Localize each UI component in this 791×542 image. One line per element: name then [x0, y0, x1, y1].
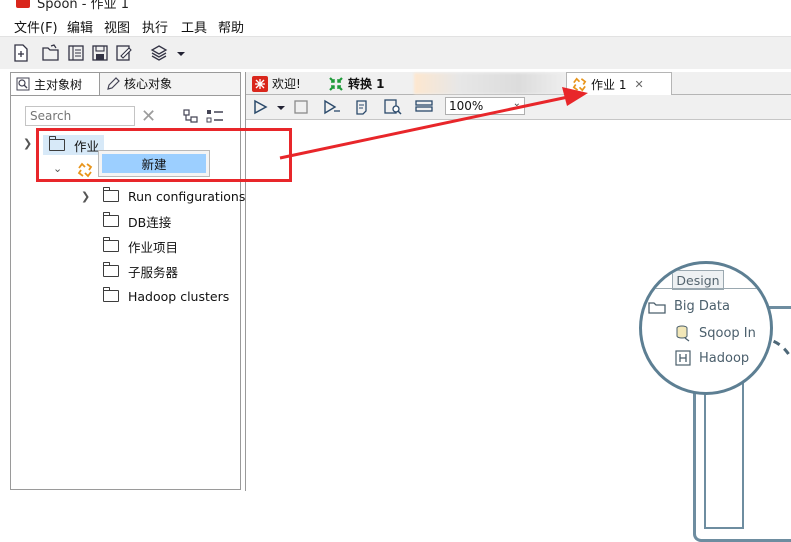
menu-run[interactable]: 执行: [142, 17, 168, 36]
design-tab-divider: [642, 288, 770, 289]
highlight-box: [36, 128, 292, 182]
run-icon[interactable]: [252, 99, 268, 115]
folder-icon: [102, 262, 119, 277]
open-file-icon[interactable]: [42, 44, 60, 62]
design-item-label: Big Data: [674, 299, 730, 314]
preview-icon[interactable]: [323, 99, 341, 115]
tree-item-label: DB连接: [128, 214, 172, 230]
design-canvas-inner-panel: [704, 377, 744, 529]
tab-core-objects[interactable]: 核心对象: [100, 73, 200, 94]
run-dropdown-icon[interactable]: [277, 99, 285, 115]
tree-item-label: 作业项目: [128, 239, 179, 255]
stop-icon[interactable]: [293, 99, 309, 115]
left-panel-tabs: 主对象树 核心对象: [11, 73, 240, 96]
tree-item-label: Run configurations: [128, 188, 246, 204]
verify-icon[interactable]: [353, 99, 369, 115]
tree-item-run-configurations[interactable]: Run configurations: [102, 186, 246, 206]
tree-item-hadoop-clusters[interactable]: Hadoop clusters: [102, 286, 230, 306]
save-icon[interactable]: [91, 44, 109, 62]
spoon-welcome-icon: [252, 75, 268, 92]
design-magnifier: Design Big Data Sqoop In Hadoop: [639, 261, 773, 395]
tab-welcome[interactable]: 欢迎!: [248, 73, 320, 94]
title-bar: Spoon - 作业 1: [0, 0, 791, 14]
analyze-icon[interactable]: [384, 99, 402, 115]
tab-welcome-label: 欢迎!: [272, 77, 301, 91]
zoom-value: 100%: [449, 99, 484, 113]
layers-icon[interactable]: [150, 44, 168, 62]
design-item-hadoop[interactable]: Hadoop: [675, 350, 749, 366]
menu-tools[interactable]: 工具: [181, 17, 207, 36]
tree-item-label: 子服务器: [128, 264, 179, 280]
tab-job-label: 作业 1: [591, 77, 627, 92]
design-item-big-data[interactable]: Big Data: [648, 299, 730, 314]
folder-icon: [102, 212, 119, 227]
tab-main-object-tree[interactable]: 主对象树: [11, 73, 100, 95]
main-toolbar: [0, 36, 791, 69]
tree-item-slave-servers[interactable]: 子服务器: [102, 261, 179, 281]
clear-search-icon[interactable]: ✕: [141, 106, 156, 127]
database-icon[interactable]: [415, 99, 433, 115]
tab-core-label: 核心对象: [124, 77, 173, 91]
tab-transformation[interactable]: 转换 1: [326, 73, 410, 94]
design-item-sqoop-import[interactable]: Sqoop In: [675, 324, 756, 342]
tree-item-job-entries[interactable]: 作业项目: [102, 236, 179, 256]
zoom-select[interactable]: 100% ⌄: [445, 97, 525, 115]
expand-run-configurations-icon[interactable]: ❯: [81, 190, 90, 203]
tab-job[interactable]: 作业 1 ✕: [566, 72, 672, 95]
folder-icon: [102, 287, 119, 302]
spoon-logo-icon: [16, 0, 30, 8]
design-item-label: Hadoop: [699, 350, 750, 366]
tab-main-label: 主对象树: [34, 77, 83, 92]
menu-view[interactable]: 视图: [104, 17, 130, 36]
menu-edit[interactable]: 编辑: [67, 17, 93, 36]
chevron-down-icon[interactable]: ⌄: [513, 98, 521, 109]
pencil-icon: [107, 76, 120, 90]
layers-dropdown-icon[interactable]: [176, 44, 186, 62]
design-item-label: Sqoop In: [699, 325, 756, 341]
collapse-all-icon[interactable]: [183, 108, 199, 124]
tab-blurred[interactable]: [414, 73, 564, 94]
search-input[interactable]: [25, 106, 135, 126]
tab-transformation-label: 转换 1: [348, 77, 385, 91]
job-toolbar: 100% ⌄: [246, 95, 791, 120]
editor-tabs: 欢迎! 转换 1 作业 1 ✕: [246, 72, 791, 95]
window-title: Spoon - 作业 1: [37, 0, 130, 12]
magnifier-icon: [16, 77, 30, 91]
folder-icon: [648, 301, 666, 314]
design-tab[interactable]: Design: [672, 270, 724, 290]
menu-file[interactable]: 文件(F): [14, 17, 58, 36]
job-icon: [572, 77, 587, 91]
menu-bar: 文件(F) 编辑 视图 执行 工具 帮助: [0, 14, 791, 36]
menu-help[interactable]: 帮助: [218, 17, 244, 36]
expand-all-icon[interactable]: [206, 108, 224, 124]
tree-item-label: Hadoop clusters: [128, 288, 230, 304]
tree-item-db-connections[interactable]: DB连接: [102, 211, 172, 231]
hadoop-icon: [675, 350, 691, 366]
transformation-icon: [329, 76, 343, 91]
folder-icon: [102, 237, 119, 252]
folder-icon: [102, 187, 119, 202]
editor-area: 欢迎! 转换 1 作业 1 ✕ 100% ⌄ Design Big Data S…: [245, 72, 791, 542]
root-collapse-icon[interactable]: ❯: [23, 137, 32, 150]
sqoop-database-icon: [676, 325, 690, 342]
explore-repository-icon[interactable]: [67, 44, 85, 62]
close-tab-icon[interactable]: ✕: [634, 78, 643, 91]
save-as-icon[interactable]: [115, 44, 133, 62]
new-file-icon[interactable]: [12, 44, 30, 62]
